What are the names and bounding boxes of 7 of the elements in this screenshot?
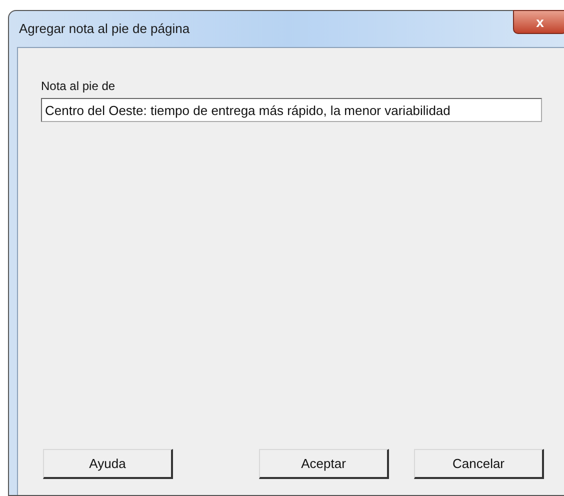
ok-button[interactable]: Aceptar: [259, 449, 389, 479]
field-label: Nota al pie de: [41, 80, 116, 92]
close-button[interactable]: x: [513, 10, 564, 34]
help-button[interactable]: Ayuda: [43, 449, 173, 479]
window-title: Agregar nota al pie de página: [19, 20, 190, 38]
cancel-button[interactable]: Cancelar: [414, 449, 544, 479]
footnote-input-field[interactable]: Centro del Oeste: tiempo de entrega más rápido, la menor variabilidad: [41, 98, 542, 122]
